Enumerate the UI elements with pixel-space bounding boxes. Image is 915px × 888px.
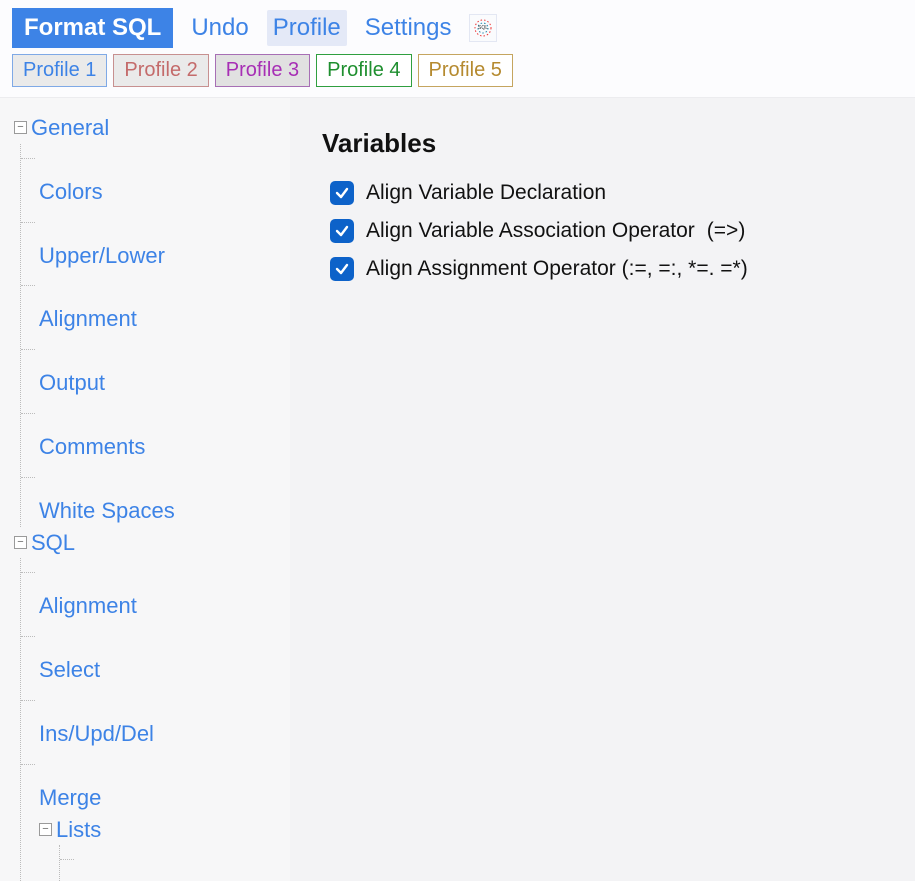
toolbar: Format SQL Undo Profile Settings SQL — [0, 0, 915, 54]
tree-label: Lists — [56, 814, 101, 846]
collapse-icon[interactable]: − — [14, 536, 27, 549]
option-label: Align Variable Declaration — [366, 181, 606, 205]
checkbox-checked-icon[interactable] — [330, 257, 354, 281]
tree-node-alignment[interactable]: Alignment — [39, 303, 284, 335]
collapse-icon[interactable]: − — [14, 121, 27, 134]
settings-button[interactable]: Settings — [359, 10, 458, 46]
tree-label: SQL — [31, 527, 75, 559]
tree-node-mylists[interactable]: My Lists * — [78, 877, 284, 881]
tree-node-output[interactable]: Output — [39, 367, 284, 399]
tree-node-lists[interactable]: − Lists — [39, 814, 284, 846]
tree-node-upperlower[interactable]: Upper/Lower — [39, 240, 284, 272]
profile-tab-2[interactable]: Profile 2 — [113, 54, 208, 87]
collapse-icon[interactable]: − — [39, 823, 52, 836]
tree-node-whitespaces[interactable]: White Spaces — [39, 495, 284, 527]
option-label: Align Variable Association Operator — [366, 219, 695, 243]
checkbox-checked-icon[interactable] — [330, 181, 354, 205]
option-align-var-assoc[interactable]: Align Variable Association Operator (=>) — [330, 219, 891, 243]
undo-button[interactable]: Undo — [185, 10, 254, 46]
sidebar: − General Colors Upper/Lower Alignment O… — [0, 98, 290, 881]
tree-node-comments[interactable]: Comments — [39, 431, 284, 463]
option-align-var-decl[interactable]: Align Variable Declaration — [330, 181, 891, 205]
tree-node-sql-alignment[interactable]: Alignment — [39, 590, 284, 622]
svg-text:SQL: SQL — [478, 25, 488, 31]
profile-tab-4[interactable]: Profile 4 — [316, 54, 411, 87]
tree-node-colors[interactable]: Colors — [39, 176, 284, 208]
checkbox-checked-icon[interactable] — [330, 219, 354, 243]
tree-node-merge[interactable]: Merge — [39, 782, 284, 814]
tree-node-sql[interactable]: − SQL — [14, 527, 284, 559]
profile-button[interactable]: Profile — [267, 10, 347, 46]
page-title: Variables — [322, 128, 891, 159]
option-align-assignment[interactable]: Align Assignment Operator (:=, =:, *=. =… — [330, 257, 891, 281]
tree-node-select[interactable]: Select — [39, 654, 284, 686]
profile-tab-5[interactable]: Profile 5 — [418, 54, 513, 87]
profile-tabs: Profile 1 Profile 2 Profile 3 Profile 4 … — [0, 54, 915, 97]
option-hint: (=>) — [707, 219, 746, 243]
tree-node-general[interactable]: − General — [14, 112, 284, 144]
main-panel: Variables Align Variable Declaration Ali… — [290, 98, 915, 881]
sql-logo-icon[interactable]: SQL — [469, 14, 497, 42]
format-sql-button[interactable]: Format SQL — [12, 8, 173, 48]
tree-node-iud[interactable]: Ins/Upd/Del — [39, 718, 284, 750]
option-label: Align Assignment Operator (:=, =:, *=. =… — [366, 257, 748, 281]
profile-tab-1[interactable]: Profile 1 — [12, 54, 107, 87]
tree-label: General — [31, 112, 109, 144]
profile-tab-3[interactable]: Profile 3 — [215, 54, 310, 87]
